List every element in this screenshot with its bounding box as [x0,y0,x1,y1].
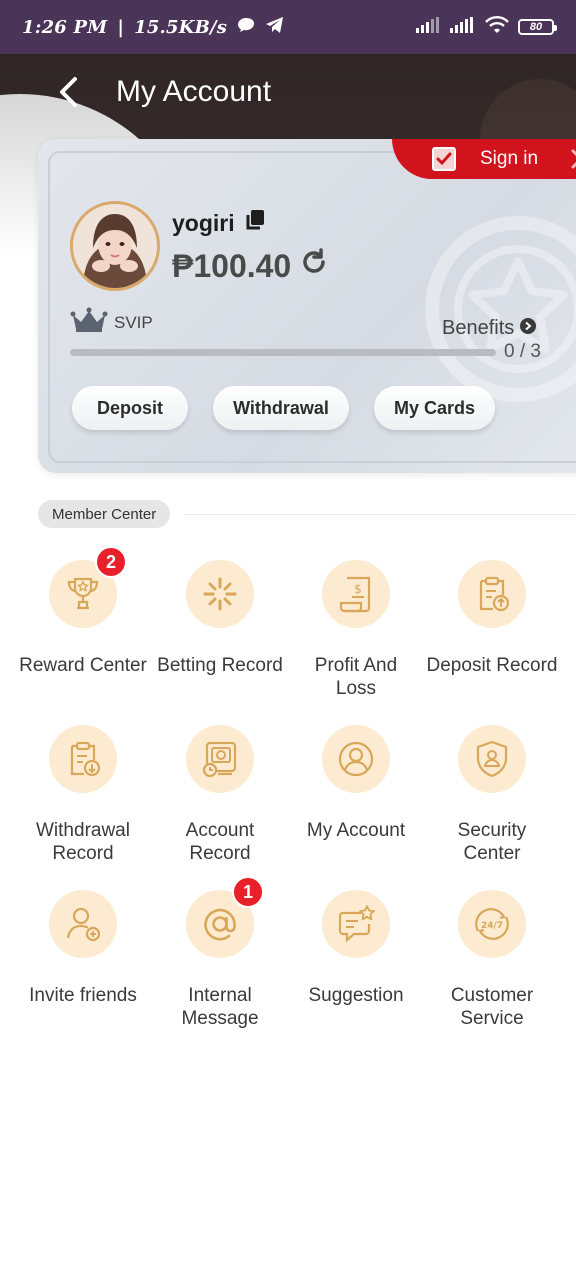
member-center-item-label: Reward Center [19,655,147,676]
member-center-item-label: Account Record [185,820,255,864]
balance-row: ₱100.40 [172,247,329,285]
shield-icon [458,725,526,793]
page-title: My Account [116,75,272,108]
back-button[interactable] [38,62,98,122]
member-center-item[interactable]: My Account [286,725,426,875]
chevron-right-icon [571,149,576,169]
member-center-title: Member Center [38,500,171,528]
username-row: yogiri [172,209,265,237]
avatar[interactable] [70,201,160,291]
network-speed: 15.5KB/s [134,16,228,38]
member-center-item[interactable]: 2 Reward Center [13,546,153,710]
copy-icon[interactable] [245,209,265,237]
vip-progress-bar [70,349,496,356]
my-cards-button[interactable]: My Cards [374,386,495,430]
svg-text:24/7: 24/7 [481,921,503,931]
member-center-item-label: My Account [306,820,406,841]
status-left: 1:26 PM | 15.5KB/s [22,16,285,39]
top-bar: My Account [0,54,576,130]
member-center-item[interactable]: Betting Record [150,560,290,710]
member-center-item-label: Security Center [457,820,527,864]
member-center-item-label: Profit And Loss [314,655,398,699]
wifi-icon [484,15,510,40]
status-time: 1:26 PM [22,16,108,38]
deposit-record-icon [458,560,526,628]
vip-progress-text: 0 / 3 [504,341,541,362]
chat-bubble-icon [237,17,255,38]
checkbox-icon [432,147,456,171]
withdrawal-record-icon [49,725,117,793]
trophy-icon: 2 [49,546,127,628]
status-right: 80 [416,15,557,40]
invite-user-icon [49,890,117,958]
member-center-item[interactable]: Withdrawal Record [13,725,153,875]
svg-text:$: $ [354,582,362,596]
withdrawal-button[interactable]: Withdrawal [213,386,349,430]
member-center-item[interactable]: Deposit Record [422,560,562,710]
arrow-circle-right-icon [520,317,537,340]
signal-icon-2 [450,16,476,38]
crown-icon [70,307,108,338]
avatar-portrait [73,204,157,288]
member-center-item-label: Customer Service [450,985,534,1029]
member-center-item[interactable]: $ Profit And Loss [286,560,426,710]
username: yogiri [172,209,235,236]
sign-in-label: Sign in [480,148,539,169]
balance-amount: ₱100.40 [172,247,292,284]
member-center-item[interactable]: 1 Internal Message [150,876,290,1040]
deposit-button[interactable]: Deposit [72,386,188,430]
profit-loss-icon: $ [322,560,390,628]
benefits-link[interactable]: Benefits [442,317,537,340]
member-center-item[interactable]: Account Record [150,725,290,875]
suggestion-icon [322,890,390,958]
refresh-icon[interactable] [299,247,329,285]
at-sign-icon: 1 [186,876,264,958]
battery-icon: 80 [518,19,557,35]
status-bar: 1:26 PM | 15.5KB/s 80 [0,0,576,54]
vip-level: SVIP [70,307,153,338]
member-center-item-label: Invite friends [29,985,137,1006]
account-card: Sign in yogiri ₱100.40 SVIP Benefits 0 /… [38,139,576,473]
star-badge-watermark-icon [425,216,576,402]
divider [184,514,576,515]
member-center-item-label: Withdrawal Record [36,820,130,864]
member-center-item-label: Deposit Record [426,655,558,676]
notification-badge: 2 [95,546,127,578]
status-separator: | [117,16,125,38]
member-center-item-label: Internal Message [181,985,259,1029]
member-center-item[interactable]: Invite friends [13,890,153,1040]
signal-icon [416,16,442,38]
benefits-label: Benefits [442,317,515,339]
member-center-item-label: Suggestion [308,985,404,1006]
sign-in-button[interactable]: Sign in [392,139,576,179]
support-24-7-icon: 24/7 [458,890,526,958]
user-circle-icon [322,725,390,793]
vip-label: SVIP [114,312,153,332]
account-record-icon [186,725,254,793]
chevron-left-icon [60,77,77,107]
notification-badge: 1 [232,876,264,908]
member-center-item-label: Betting Record [157,655,283,676]
telegram-icon [265,16,285,39]
member-center-item[interactable]: Suggestion [286,890,426,1040]
betting-record-icon [186,560,254,628]
member-center-item[interactable]: Security Center [422,725,562,875]
member-center-item[interactable]: 24/7 Customer Service [422,890,562,1040]
